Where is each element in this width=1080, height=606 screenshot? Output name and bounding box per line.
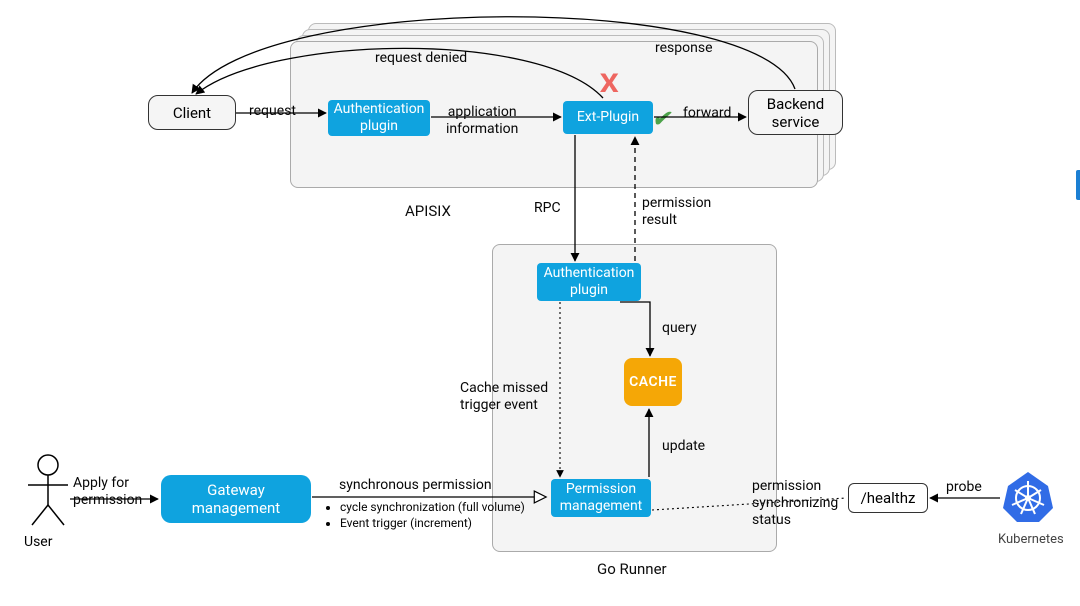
cache-node: CACHE — [624, 358, 682, 406]
healthz-label: /healthz — [861, 489, 916, 507]
backend-label: Backend service — [767, 95, 825, 131]
sync-mode-increment: Event trigger (increment) — [340, 515, 566, 531]
kubernetes-label: Kubernetes — [998, 532, 1064, 547]
denied-x-icon: X — [596, 72, 622, 98]
response-edge-label: response — [655, 40, 713, 57]
ext-plugin-node: Ext-Plugin — [563, 101, 653, 134]
gateway-management-node: Gateway management — [161, 475, 311, 523]
application-info-edge-label: application information — [446, 104, 518, 138]
auth-plugin-top-node: Authentication plugin — [328, 100, 430, 136]
query-edge-label: query — [662, 320, 697, 337]
auth-plugin-bottom-label: Authentication plugin — [544, 265, 635, 299]
cache-label: CACHE — [629, 374, 677, 391]
rpc-edge-label: RPC — [534, 200, 561, 217]
gateway-management-label: Gateway management — [192, 481, 280, 517]
update-edge-label: update — [662, 438, 705, 455]
auth-plugin-top-label: Authentication plugin — [334, 101, 425, 135]
x-mark-label: X — [599, 69, 618, 100]
sync-mode-full: cycle synchronization (full volume) — [340, 499, 566, 515]
request-edge-label: request — [249, 103, 296, 120]
permission-management-node: Permission management — [551, 479, 651, 517]
cache-missed-edge-label: Cache missed trigger event — [460, 380, 548, 414]
client-node: Client — [148, 95, 236, 130]
allowed-check-icon: ✔ — [650, 109, 672, 131]
backend-node: Backend service — [748, 90, 843, 135]
permission-management-label: Permission management — [560, 481, 643, 515]
probe-edge-label: probe — [946, 479, 982, 496]
client-label: Client — [173, 104, 211, 122]
forward-edge-label: forward — [683, 105, 731, 122]
healthz-node: /healthz — [848, 483, 928, 513]
user-icon — [28, 455, 68, 525]
permission-result-edge-label: permission result — [642, 195, 711, 229]
perm-sync-status-edge-label: permission synchronizing status — [752, 478, 838, 528]
check-mark-label: ✔ — [652, 107, 670, 133]
unknown-edge-indicator — [1076, 170, 1080, 200]
apply-permission-edge-label: Apply for permission — [73, 475, 142, 509]
sync-modes-note: cycle synchronization (full volume) Even… — [326, 499, 566, 531]
request-denied-edge-label: request denied — [375, 50, 467, 67]
sync-permission-edge-label: synchronous permission — [339, 477, 492, 494]
diagram-stage: APISIX Go Runner Client Backend service … — [0, 0, 1080, 606]
auth-plugin-bottom-node: Authentication plugin — [537, 263, 641, 301]
go-runner-region-label: Go Runner — [597, 560, 667, 578]
user-label: User — [24, 534, 52, 550]
kubernetes-icon — [1003, 472, 1053, 522]
ext-plugin-label: Ext-Plugin — [577, 109, 639, 126]
apisix-region-label: APISIX — [405, 202, 451, 220]
